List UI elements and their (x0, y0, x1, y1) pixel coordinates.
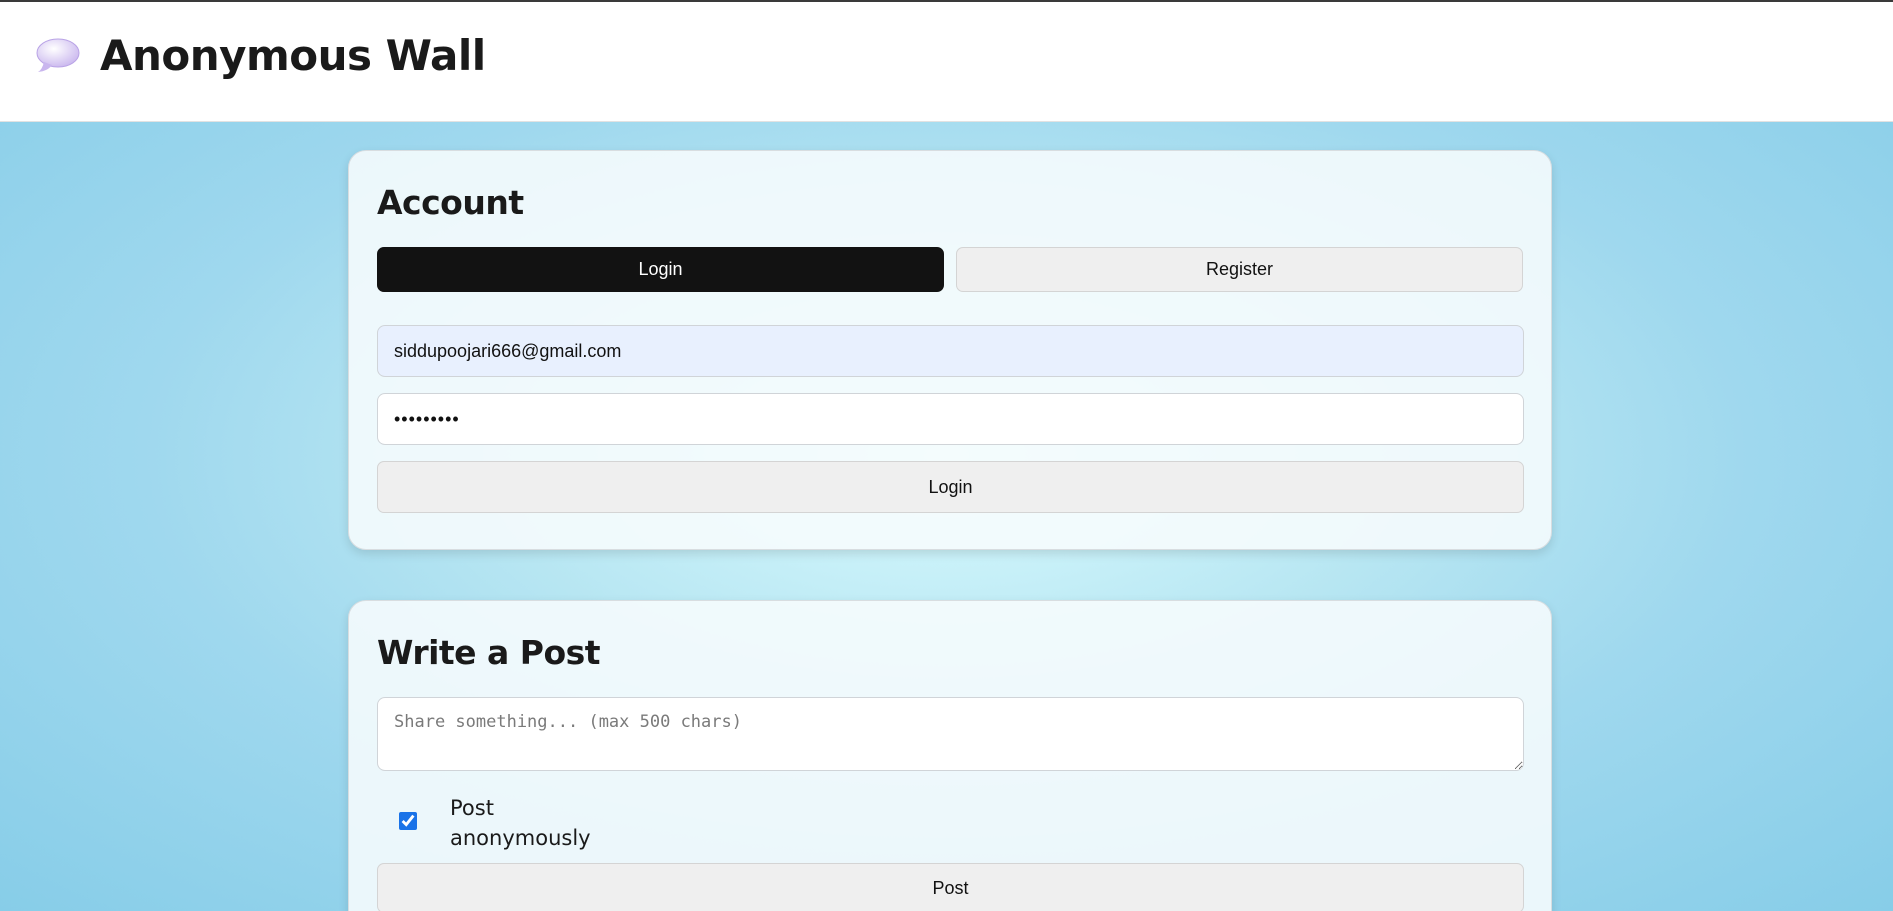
write-post-card: Write a Post Post anonymously Post (348, 600, 1552, 911)
post-textarea[interactable] (377, 697, 1524, 771)
speech-bubble-icon (36, 38, 80, 72)
app-header: Anonymous Wall (0, 2, 1893, 122)
anonymous-label[interactable]: Post anonymously (450, 793, 610, 853)
tab-login[interactable]: Login (377, 247, 944, 292)
post-button[interactable]: Post (377, 863, 1524, 911)
account-card: Account Login Register Login (348, 150, 1552, 550)
write-post-heading: Write a Post (377, 633, 601, 672)
password-field[interactable] (377, 393, 1524, 445)
email-field[interactable] (377, 325, 1524, 377)
tab-register[interactable]: Register (956, 247, 1523, 292)
anonymous-checkbox[interactable] (399, 812, 417, 830)
account-heading: Account (377, 183, 524, 222)
app-title: Anonymous Wall (100, 31, 486, 80)
login-button[interactable]: Login (377, 461, 1524, 513)
